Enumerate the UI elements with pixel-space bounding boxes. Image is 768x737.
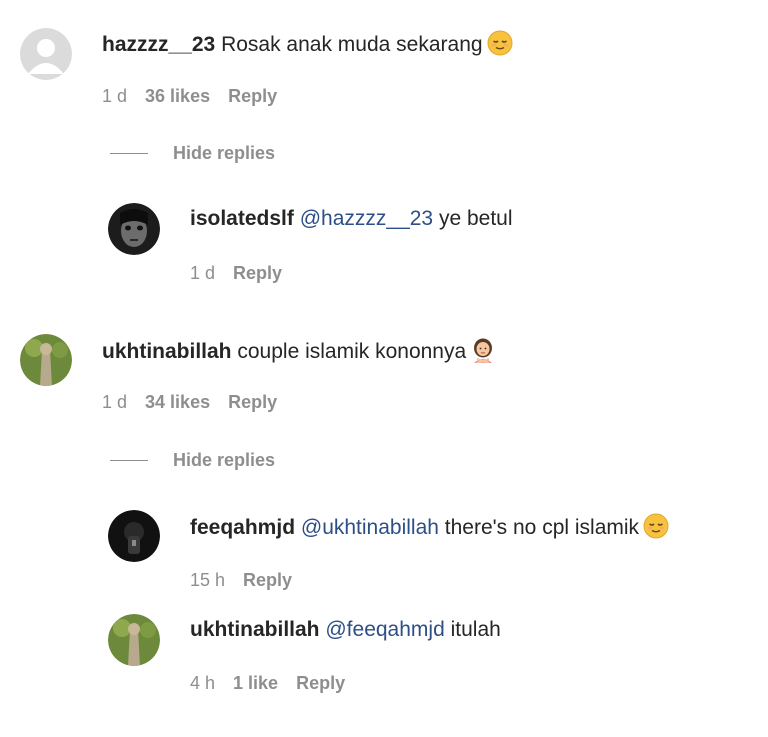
reply-time: 15 h <box>190 570 226 590</box>
reply-text-line: feeqahmjd @ukhtinabillah there's no cpl … <box>190 513 669 541</box>
reply-username[interactable]: isolatedslf <box>190 207 294 230</box>
hide-replies-button[interactable]: Hide replies <box>173 449 275 471</box>
reply-text: itulah <box>450 618 501 641</box>
comment-text: couple islamik kononnya <box>237 340 467 363</box>
avatar[interactable] <box>108 614 160 666</box>
reply-username[interactable]: feeqahmjd <box>190 516 295 539</box>
profile-photo-icon <box>108 614 160 666</box>
reply-text-line: ukhtinabillah @feeqahmjd itulah <box>190 617 501 643</box>
reply-meta: 1 d Reply <box>190 262 300 284</box>
comment-text-line: hazzzz__23 Rosak anak muda sekarang <box>102 30 513 58</box>
replies-divider <box>110 153 148 154</box>
reply-meta: 15 h Reply <box>190 569 310 591</box>
reply-button[interactable]: Reply <box>243 569 292 591</box>
hide-replies-button[interactable]: Hide replies <box>173 142 275 164</box>
comment-likes[interactable]: 36 likes <box>145 85 210 107</box>
reply-text: there's no cpl islamik <box>444 516 640 539</box>
mention-link[interactable]: @hazzzz__23 <box>300 207 433 230</box>
avatar[interactable] <box>108 203 160 255</box>
reply-text: ye betul <box>438 207 513 230</box>
profile-photo-icon <box>108 510 160 562</box>
reply-button[interactable]: Reply <box>228 85 277 107</box>
comment-username[interactable]: hazzzz__23 <box>102 33 215 56</box>
comment-meta: 1 d 34 likes Reply <box>102 391 295 413</box>
reply-username[interactable]: ukhtinabillah <box>190 618 320 641</box>
comment-likes[interactable]: 34 likes <box>145 391 210 413</box>
comment-meta: 1 d 36 likes Reply <box>102 85 295 107</box>
relieved-face-icon <box>487 30 513 56</box>
default-avatar-icon <box>20 28 72 80</box>
profile-photo-icon <box>108 203 160 255</box>
relieved-face-icon <box>643 513 669 539</box>
replies-divider <box>110 460 148 461</box>
comment-time: 1 d <box>102 86 128 106</box>
reply-meta: 4 h 1 like Reply <box>190 672 363 694</box>
avatar[interactable] <box>20 334 72 386</box>
mention-link[interactable]: @ukhtinabillah <box>301 516 439 539</box>
avatar[interactable] <box>108 510 160 562</box>
comment-text: Rosak anak muda sekarang <box>221 33 483 56</box>
reply-text-line: isolatedslf @hazzzz__23 ye betul <box>190 206 513 232</box>
comment-time: 1 d <box>102 392 128 412</box>
reply-likes[interactable]: 1 like <box>233 672 278 694</box>
profile-photo-icon <box>20 334 72 386</box>
reply-time: 4 h <box>190 673 216 693</box>
comment-text-line: ukhtinabillah couple islamik kononnya <box>102 337 496 365</box>
avatar[interactable] <box>20 28 72 80</box>
reply-button[interactable]: Reply <box>296 672 345 694</box>
mention-link[interactable]: @feeqahmjd <box>325 618 444 641</box>
reply-button[interactable]: Reply <box>228 391 277 413</box>
comment-username[interactable]: ukhtinabillah <box>102 340 232 363</box>
reply-button[interactable]: Reply <box>233 262 282 284</box>
woman-gesturing-no-icon <box>474 338 493 363</box>
reply-time: 1 d <box>190 263 216 283</box>
